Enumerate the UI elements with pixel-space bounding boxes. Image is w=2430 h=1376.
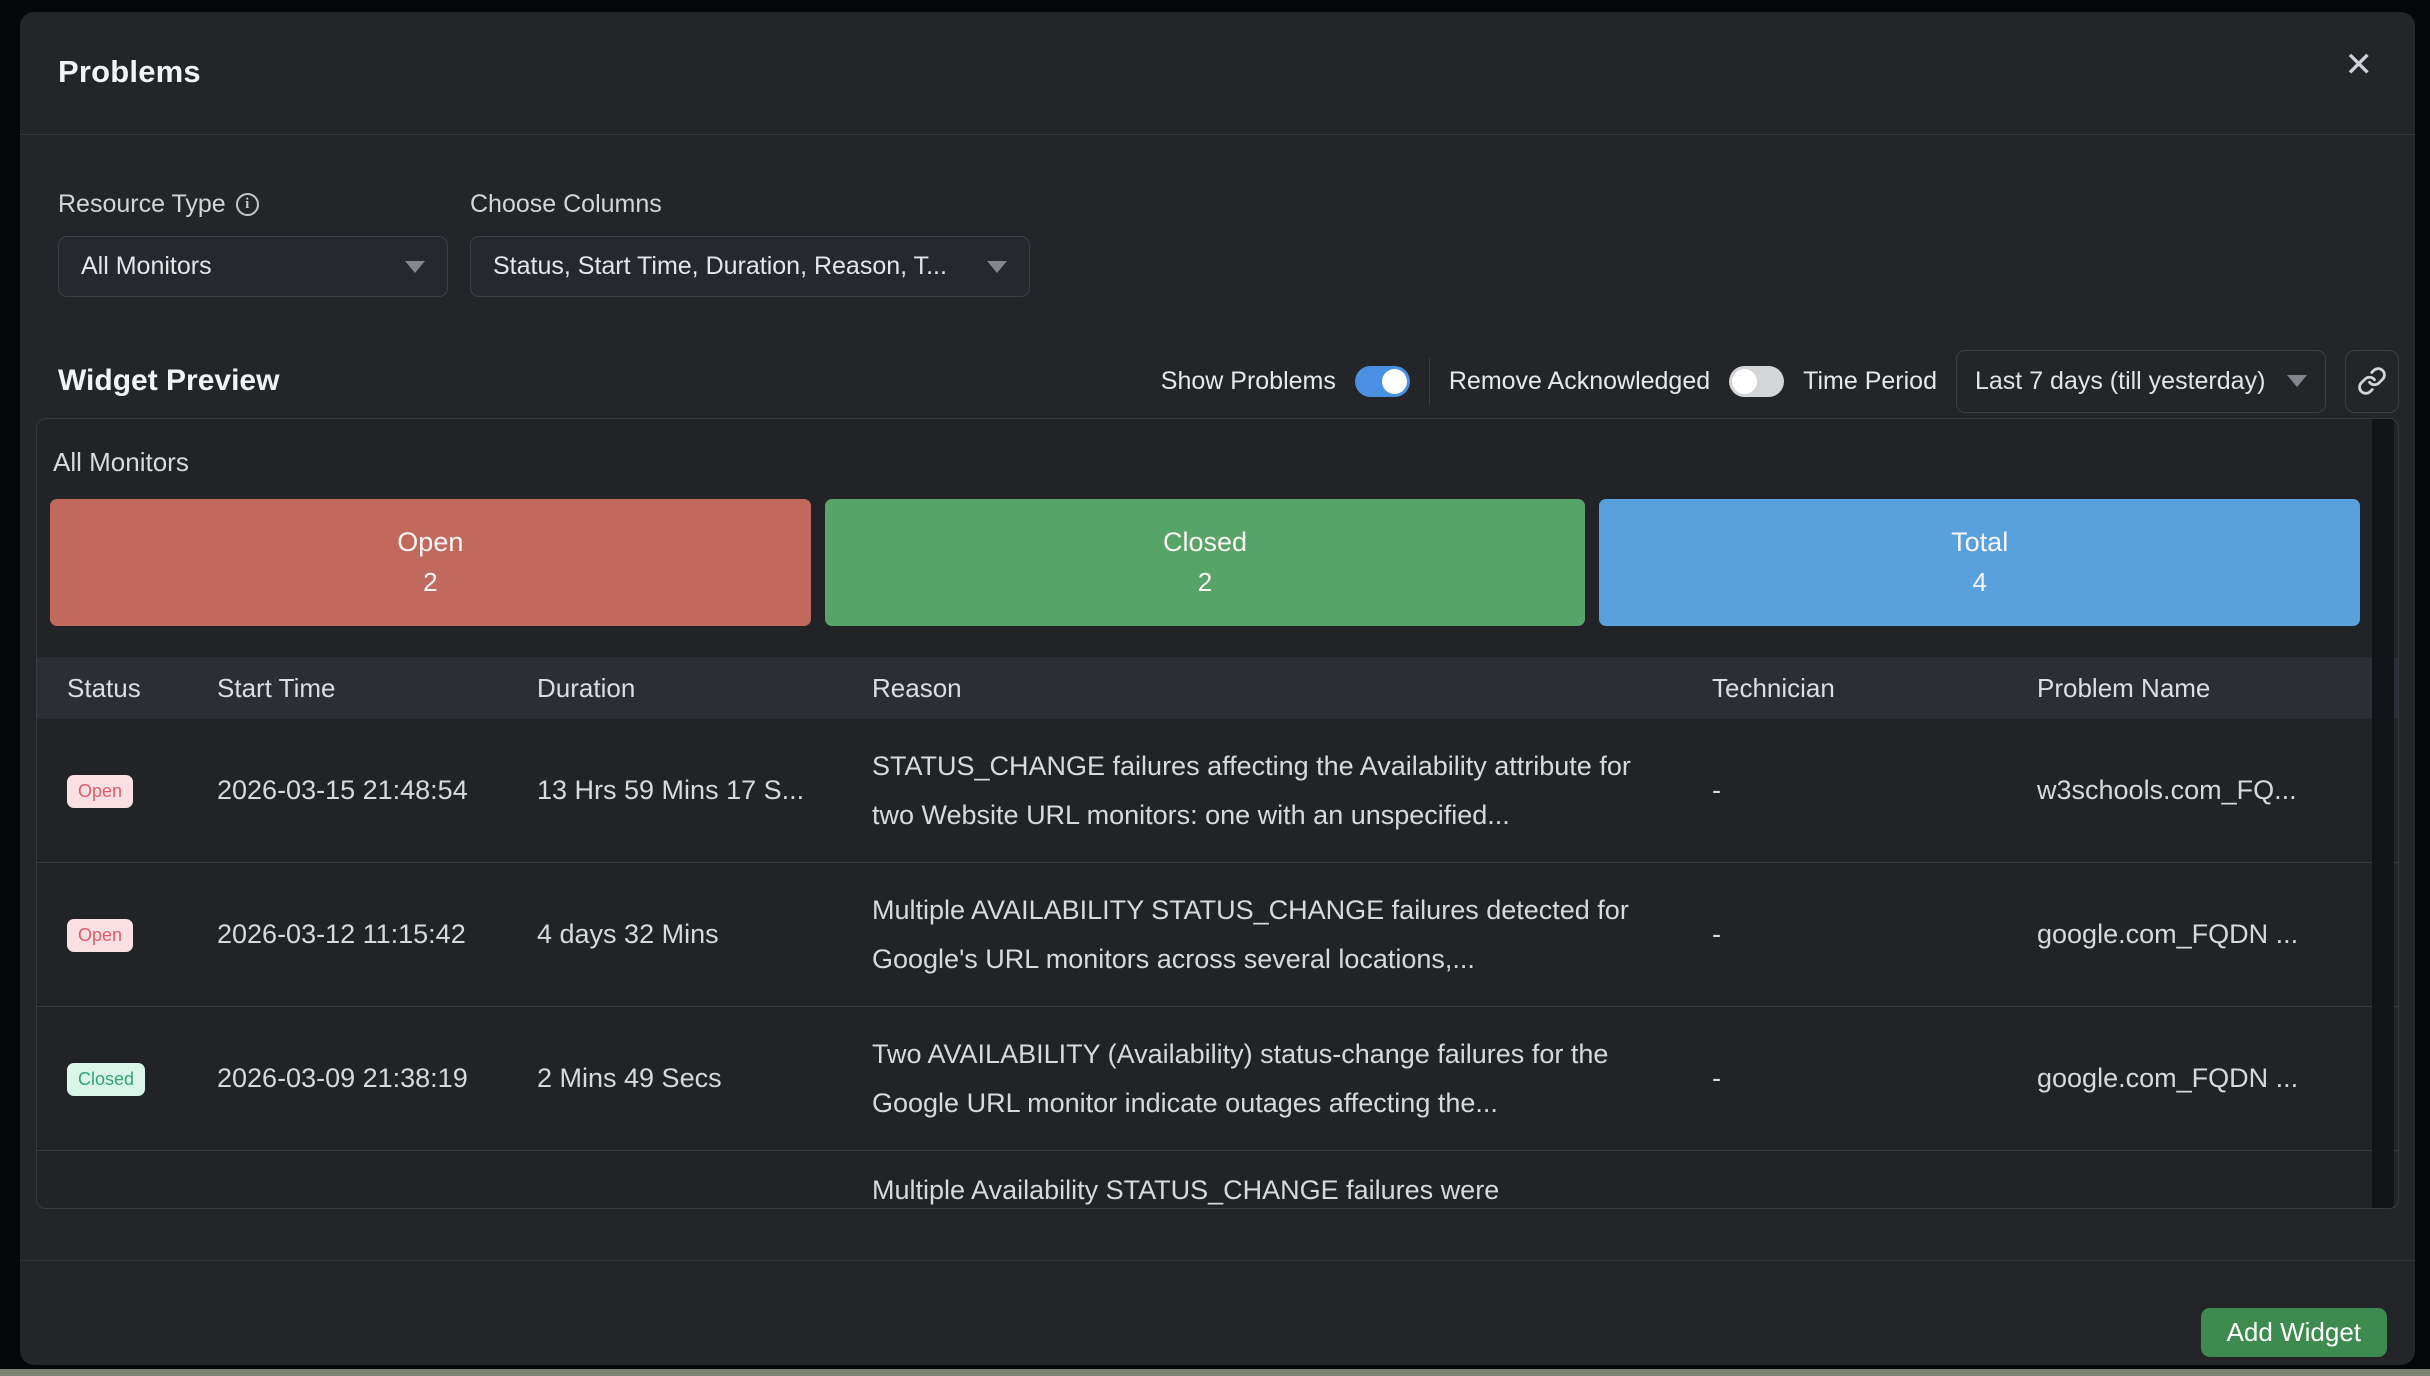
summary-cards: Open 2 Closed 2 Total 4 (50, 499, 2360, 626)
column-header: Status (37, 673, 187, 704)
summary-card[interactable]: Closed 2 (825, 499, 1586, 626)
chevron-down-icon (2287, 375, 2307, 387)
status-cell: Closed (37, 1061, 187, 1096)
footer-divider (20, 1260, 2415, 1261)
summary-card-value: 4 (1972, 567, 1986, 598)
summary-card-label: Total (1951, 527, 2008, 558)
remove-acknowledged-toggle[interactable] (1729, 366, 1784, 397)
reason-cell: Multiple AVAILABILITY STATUS_CHANGE fail… (842, 886, 1682, 984)
toggle-knob (1382, 369, 1407, 394)
technician-cell: - (1682, 1063, 2007, 1094)
table-body: Open 2026-03-15 21:48:54 13 Hrs 59 Mins … (37, 719, 2398, 1208)
column-header: Technician (1682, 673, 2007, 704)
copy-link-button[interactable] (2345, 350, 2399, 413)
close-icon[interactable]: ✕ (2345, 48, 2374, 82)
column-header: Duration (507, 673, 842, 704)
start-time-cell: 2026-03-09 21:38:19 (187, 1063, 507, 1094)
toggle-knob (1732, 369, 1757, 394)
add-widget-button[interactable]: Add Widget (2201, 1308, 2387, 1357)
resource-type-value: All Monitors (81, 252, 212, 281)
resource-type-label: Resource Type i (58, 190, 259, 219)
resource-type-label-text: Resource Type (58, 190, 226, 219)
chevron-down-icon (405, 261, 425, 273)
status-cell: Open (37, 917, 187, 952)
technician-cell: - (1682, 775, 2007, 806)
table-row[interactable]: Multiple Availability STATUS_CHANGE fail… (37, 1151, 2398, 1208)
summary-card-value: 2 (423, 567, 437, 598)
reason-cell: STATUS_CHANGE failures affecting the Ava… (842, 742, 1682, 840)
status-badge: Open (67, 775, 133, 808)
page-bottom-edge (0, 1369, 2430, 1376)
problems-modal: Problems ✕ Resource Type i Choose Column… (20, 12, 2415, 1365)
duration-cell: 13 Hrs 59 Mins 17 S... (507, 775, 842, 806)
remove-acknowledged-label: Remove Acknowledged (1449, 367, 1710, 396)
show-problems-toggle[interactable] (1355, 366, 1410, 397)
duration-cell: 2 Mins 49 Secs (507, 1063, 842, 1094)
preview-controls: Show Problems Remove Acknowledged Time P… (1161, 348, 2399, 414)
time-period-label: Time Period (1803, 367, 1937, 396)
resource-type-dropdown[interactable]: All Monitors (58, 236, 448, 297)
column-header: Reason (842, 673, 1682, 704)
choose-columns-label: Choose Columns (470, 190, 662, 219)
choose-columns-value: Status, Start Time, Duration, Reason, T.… (493, 252, 947, 281)
table-row[interactable]: Closed 2026-03-09 21:38:19 2 Mins 49 Sec… (37, 1007, 2398, 1151)
reason-cell: Multiple Availability STATUS_CHANGE fail… (842, 1151, 1682, 1208)
duration-cell: 4 days 32 Mins (507, 919, 842, 950)
chevron-down-icon (987, 261, 1007, 273)
status-badge: Open (67, 919, 133, 952)
panel-title: All Monitors (53, 447, 189, 478)
choose-columns-dropdown[interactable]: Status, Start Time, Duration, Reason, T.… (470, 236, 1030, 297)
link-icon (2357, 366, 2387, 396)
column-header: Start Time (187, 673, 507, 704)
divider (1429, 358, 1430, 405)
technician-cell: - (1682, 919, 2007, 950)
scrollbar[interactable] (2372, 419, 2394, 1208)
time-period-value: Last 7 days (till yesterday) (1975, 367, 2265, 396)
problem-name-cell: google.com_FQDN ... (2007, 919, 2398, 950)
summary-card-label: Open (397, 527, 463, 558)
show-problems-label: Show Problems (1161, 367, 1336, 396)
summary-card[interactable]: Total 4 (1599, 499, 2360, 626)
problem-name-cell: w3schools.com_FQ... (2007, 775, 2398, 806)
table-row[interactable]: Open 2026-03-12 11:15:42 4 days 32 Mins … (37, 863, 2398, 1007)
widget-preview-panel: All Monitors Open 2 Closed 2 Total 4 Sta… (36, 418, 2399, 1209)
table-header: StatusStart TimeDurationReasonTechnician… (37, 657, 2398, 719)
start-time-cell: 2026-03-12 11:15:42 (187, 919, 507, 950)
status-cell: Open (37, 773, 187, 808)
problem-name-cell: google.com_FQDN ... (2007, 1063, 2398, 1094)
summary-card[interactable]: Open 2 (50, 499, 811, 626)
info-icon[interactable]: i (236, 193, 259, 216)
column-header: Problem Name (2007, 673, 2398, 704)
modal-title: Problems (58, 54, 201, 90)
widget-preview-heading: Widget Preview (58, 364, 279, 398)
time-period-dropdown[interactable]: Last 7 days (till yesterday) (1956, 350, 2326, 413)
modal-header: Problems ✕ (20, 12, 2415, 135)
start-time-cell: 2026-03-15 21:48:54 (187, 775, 507, 806)
choose-columns-label-text: Choose Columns (470, 190, 662, 219)
reason-cell: Two AVAILABILITY (Availability) status-c… (842, 1030, 1682, 1128)
summary-card-label: Closed (1163, 527, 1247, 558)
status-badge: Closed (67, 1063, 145, 1096)
summary-card-value: 2 (1198, 567, 1212, 598)
table-row[interactable]: Open 2026-03-15 21:48:54 13 Hrs 59 Mins … (37, 719, 2398, 863)
